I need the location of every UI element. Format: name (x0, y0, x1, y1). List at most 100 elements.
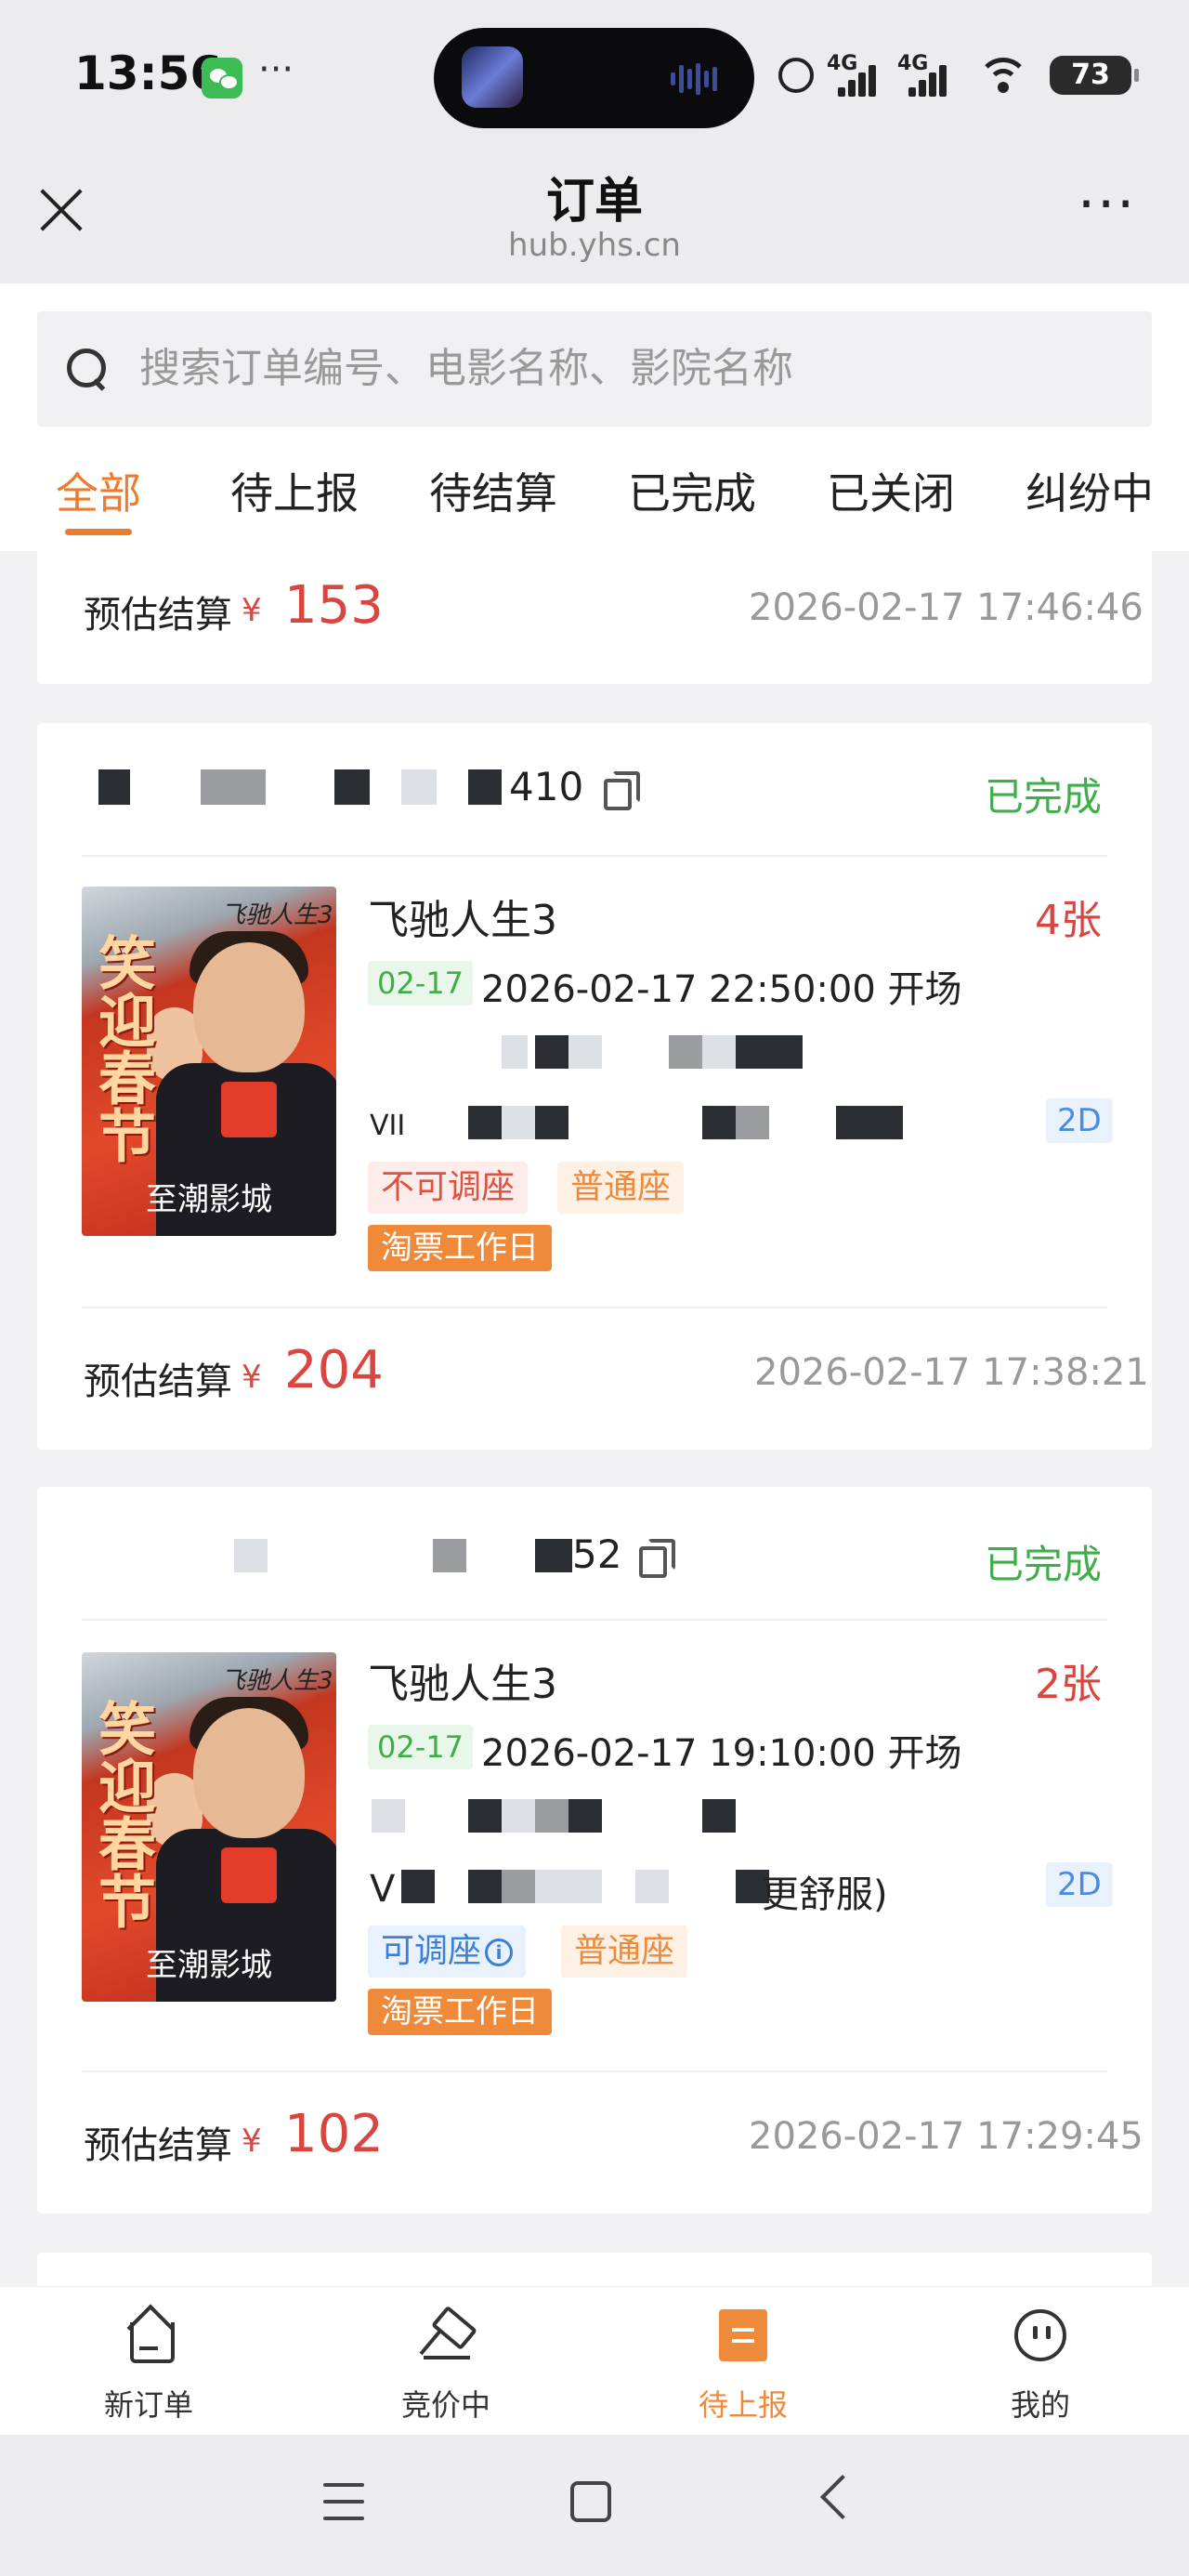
poster-slogan: 笑迎春节 (88, 933, 156, 1163)
alarm-icon (778, 58, 814, 93)
order-status: 已完成 (985, 774, 1103, 820)
movie-poster[interactable]: 飞驰人生3 笑迎春节 至潮影城 (82, 887, 336, 1236)
page-url: hub.yhs.cn (508, 227, 681, 264)
redacted-block (468, 1106, 502, 1139)
redacted-block (836, 1106, 903, 1139)
redacted-block (234, 1539, 268, 1572)
redacted-block (702, 1799, 736, 1833)
tab-dispute[interactable]: 纠纷中 (1026, 460, 1154, 521)
search-and-tabs: 全部 待上报 待结算 已完成 已关闭 纠纷中 (0, 283, 1189, 551)
nav-label: 竞价中 (400, 2387, 490, 2423)
poster-title: 飞驰人生3 (221, 1667, 333, 1695)
order-card[interactable]: 410 已完成 飞驰人生3 笑迎春节 至潮影城 飞驰人生3 4张 02-17 2… (37, 723, 1152, 1450)
redacted-block (468, 1870, 502, 1903)
signal-bars-2-icon (908, 59, 955, 97)
status-bar: 13:56 ··· 4G 4G 73 (0, 0, 1189, 149)
page-header: 订单 hub.yhs.cn ··· (0, 149, 1189, 283)
battery-icon: 73 (1050, 56, 1139, 95)
audio-wave-icon (671, 63, 726, 95)
copy-icon[interactable] (604, 771, 640, 810)
seat-adjust-tag[interactable]: 可调座 i (368, 1925, 527, 1978)
tab-all-label: 全部 (56, 468, 141, 519)
promo-tag: 淘票工作日 (368, 1225, 552, 1271)
currency-symbol: ¥ (242, 592, 262, 629)
format-badge: 2D (1046, 1098, 1113, 1143)
date-tag: 02-17 (368, 961, 473, 1005)
divider (82, 2070, 1107, 2072)
redacted-block (568, 1035, 602, 1069)
music-app-icon (462, 46, 523, 108)
divider (82, 1619, 1107, 1621)
nav-pending-report[interactable]: 待上报 (594, 2287, 892, 2436)
estimated-settlement-label: 预估结算 (84, 594, 232, 637)
estimated-price: 153 (284, 575, 384, 636)
nav-bidding[interactable]: 竞价中 (297, 2287, 594, 2436)
home-button-icon[interactable] (570, 2481, 611, 2522)
ticket-count: 4张 (1035, 897, 1102, 944)
nav-label: 我的 (1010, 2387, 1070, 2423)
tab-pending-settlement[interactable]: 待结算 (429, 460, 557, 521)
redacted-block (702, 1106, 736, 1139)
status-time: 13:56 (74, 46, 223, 100)
order-tabs: 全部 待上报 待结算 已完成 已关闭 纠纷中 (0, 441, 1189, 551)
nav-label: 新订单 (103, 2387, 193, 2423)
redacted-block (736, 1035, 803, 1069)
redacted-block (98, 769, 130, 805)
signal-bars-1-icon (838, 59, 884, 97)
redacted-block (372, 1799, 405, 1833)
redacted-block (535, 1106, 568, 1139)
nav-new-orders[interactable]: 新订单 (0, 2287, 297, 2436)
poster-slogan: 笑迎春节 (88, 1699, 156, 1929)
more-menu-button[interactable]: ··· (1078, 177, 1136, 232)
redacted-block (535, 1539, 572, 1572)
redacted-block (535, 1870, 602, 1903)
cinema-name: 至潮影城 (146, 1181, 272, 1218)
movie-poster[interactable]: 飞驰人生3 笑迎春节 至潮影城 (82, 1652, 336, 2002)
order-number: 52 (572, 1531, 622, 1577)
redacted-block (736, 1106, 769, 1139)
redacted-block (702, 1035, 736, 1069)
order-card-partial[interactable] (37, 2253, 1152, 2290)
menu-icon[interactable] (323, 2483, 364, 2520)
dynamic-island[interactable] (434, 28, 754, 128)
search-box[interactable] (37, 311, 1152, 427)
status-more-dots: ··· (258, 48, 294, 91)
order-time: 2026-02-17 17:29:45 (749, 2115, 1143, 2158)
redacted-block (568, 1799, 602, 1833)
redacted-block (535, 1799, 568, 1833)
currency-symbol: ¥ (242, 1359, 262, 1396)
redacted-block (401, 1870, 435, 1903)
tab-closed[interactable]: 已关闭 (827, 460, 955, 521)
estimated-settlement-label: 预估结算 (84, 1360, 232, 1403)
hall-suffix: 更舒服) (762, 1873, 888, 1916)
promo-tag: 淘票工作日 (368, 1989, 552, 2035)
info-icon[interactable]: i (485, 1939, 514, 1966)
tab-all[interactable]: 全部 (56, 460, 141, 535)
search-input[interactable] (139, 337, 1124, 399)
back-icon[interactable] (819, 2474, 866, 2520)
poster-logo-patch (221, 1847, 277, 1903)
search-icon (67, 348, 108, 389)
gavel-icon (422, 2309, 470, 2361)
copy-icon[interactable] (639, 1539, 675, 1578)
page-title: 订单 (545, 174, 643, 230)
system-navigation-bar (0, 2435, 1189, 2576)
face-icon (1014, 2309, 1066, 2361)
redacted-block (502, 1870, 535, 1903)
nav-profile[interactable]: 我的 (892, 2287, 1189, 2436)
redacted-block (334, 769, 370, 805)
bottom-navigation: 新订单 竞价中 待上报 我的 (0, 2286, 1189, 2435)
tab-completed[interactable]: 已完成 (628, 460, 756, 521)
redacted-block (502, 1106, 535, 1139)
poster-face (193, 1708, 305, 1838)
order-card-partial[interactable]: 预估结算 ¥ 153 2026-02-17 17:46:46 (37, 551, 1152, 684)
order-time: 2026-02-17 17:38:21 (754, 1351, 1149, 1394)
tab-pending-report[interactable]: 待上报 (230, 460, 359, 521)
cinema-name: 至潮影城 (146, 1947, 272, 1984)
order-number: 410 (509, 764, 584, 809)
currency-symbol: ¥ (242, 2123, 262, 2160)
estimated-price: 102 (284, 2104, 384, 2164)
order-card[interactable]: 52 已完成 飞驰人生3 笑迎春节 至潮影城 飞驰人生3 2张 02-17 20… (37, 1487, 1152, 2214)
redacted-block (669, 1035, 702, 1069)
redacted-block (502, 1799, 535, 1833)
